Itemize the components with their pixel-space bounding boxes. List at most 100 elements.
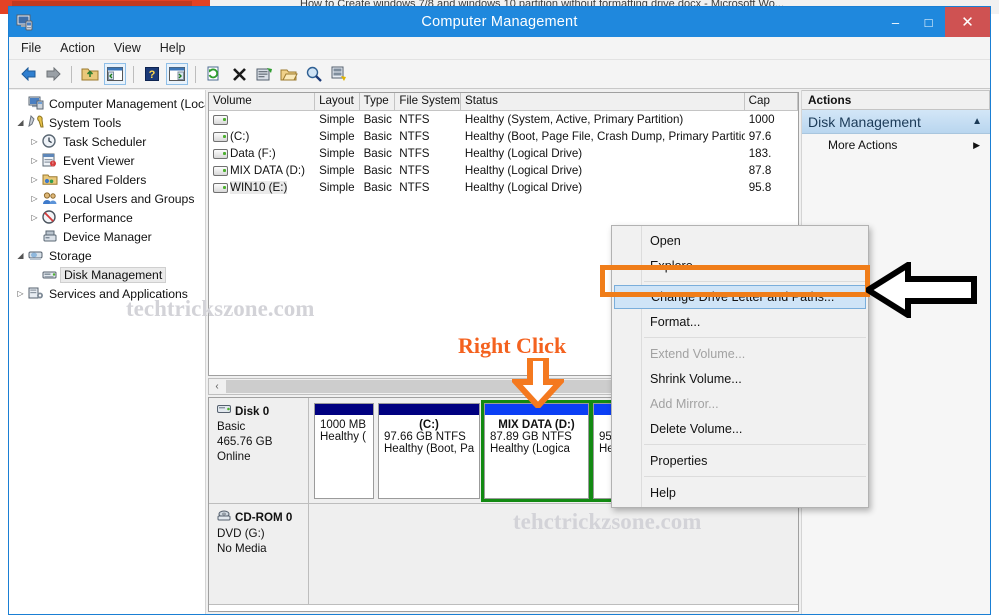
back-icon[interactable] xyxy=(17,63,39,85)
tree-expander-icon[interactable]: ▷ xyxy=(27,175,42,184)
tree-item-shared-folders[interactable]: ▷ Shared Folders xyxy=(11,170,205,189)
column-header-type[interactable]: Type xyxy=(360,93,396,110)
tree-item-local-users-and-groups[interactable]: ▷ Local Users and Groups xyxy=(11,189,205,208)
partition-block[interactable]: MIX DATA (D:) 87.89 GB NTFS Healthy (Logic… xyxy=(481,400,592,502)
chevron-right-icon[interactable]: ▶ xyxy=(973,140,980,151)
disk-info-line: Online xyxy=(217,450,251,463)
chevron-up-icon[interactable]: ▲ xyxy=(972,116,982,127)
volume-list-header: Volume Layout Type File System Status Ca… xyxy=(209,93,798,111)
context-menu-item-open[interactable]: Open xyxy=(612,228,868,253)
refresh-icon[interactable] xyxy=(203,63,225,85)
black-left-arrow-icon xyxy=(862,259,978,323)
drive-icon xyxy=(213,182,228,193)
close-button[interactable]: ✕ xyxy=(945,7,990,37)
toolbar-separator xyxy=(133,65,134,83)
services-icon xyxy=(28,286,46,302)
storage-icon xyxy=(28,248,46,264)
tree-expander-icon[interactable]: ▷ xyxy=(13,289,28,298)
column-header-file-system[interactable]: File System xyxy=(395,93,462,110)
volume-cell-status: Healthy (Logical Drive) xyxy=(464,181,583,194)
show-hide-console-tree-icon[interactable] xyxy=(104,63,126,85)
tree-expander-icon[interactable]: ◢ xyxy=(13,251,28,260)
tree-item-task-scheduler[interactable]: ▷ Task Scheduler xyxy=(11,132,205,151)
volume-cell-capacity: 183. xyxy=(748,147,772,160)
help-icon[interactable]: ? xyxy=(141,63,163,85)
scroll-left-arrow[interactable]: ‹ xyxy=(209,381,225,392)
menu-item-file[interactable]: File xyxy=(21,41,41,55)
window-controls: – □ ✕ xyxy=(879,7,990,37)
properties-icon[interactable] xyxy=(253,63,275,85)
volume-cell-name xyxy=(209,114,315,125)
volume-row[interactable]: WIN10 (E:) Simple Basic NTFS Healthy (Logica… xyxy=(209,179,798,196)
actions-more-actions-item[interactable]: More Actions ▶ xyxy=(802,134,990,156)
volume-cell-file-system: NTFS xyxy=(399,164,430,177)
volume-cell-type: Basic xyxy=(363,113,392,126)
tree-item-storage[interactable]: ◢ Storage xyxy=(11,246,205,265)
create-vhd-icon[interactable] xyxy=(328,63,350,85)
volume-cell-status: Healthy (Logical Drive) xyxy=(464,164,583,177)
volume-row[interactable]: Data (F:) Simple Basic NTFS Healthy (Logical… xyxy=(209,145,798,162)
volume-row[interactable]: MIX DATA (D:) Simple Basic NTFS Healthy (Log… xyxy=(209,162,798,179)
partition-labels: MIX DATA (D:) 87.89 GB NTFS Healthy (Logic… xyxy=(485,415,588,498)
context-menu-separator xyxy=(644,476,866,477)
open-icon[interactable] xyxy=(278,63,300,85)
minimize-button[interactable]: – xyxy=(879,7,912,37)
column-header-volume[interactable]: Volume xyxy=(209,93,316,110)
volume-cell-capacity: 97.6 xyxy=(748,130,772,143)
actions-disk-management-item[interactable]: Disk Management ▲ xyxy=(802,110,990,134)
volume-name-label: Data (F:) xyxy=(230,147,276,160)
tree-item-device-manager[interactable]: Device Manager xyxy=(11,227,205,246)
device-manager-icon xyxy=(42,229,60,245)
disk-info-panel[interactable]: CD-ROM 0 DVD (G:) No Media xyxy=(209,504,309,604)
forward-icon[interactable] xyxy=(42,63,64,85)
tree-expander-icon[interactable]: ▷ xyxy=(27,213,42,222)
tree-item-disk-management[interactable]: Disk Management xyxy=(11,265,205,284)
partition-block[interactable]: (C:) 97.66 GB NTFS Healthy (Boot, Pa xyxy=(378,403,480,499)
tree-expander-icon[interactable]: ▷ xyxy=(27,137,42,146)
tree-item-system-tools[interactable]: ◢ System Tools xyxy=(11,113,205,132)
volume-cell-type: Basic xyxy=(363,147,392,160)
disk-info-line: No Media xyxy=(217,542,267,555)
context-menu-item-extend-volume: Extend Volume... xyxy=(650,346,746,361)
volume-cell-name: MIX DATA (D:) xyxy=(209,164,315,177)
volume-cell-type: Basic xyxy=(363,130,392,143)
menu-item-action[interactable]: Action xyxy=(60,41,95,55)
menu-item-view[interactable]: View xyxy=(114,41,141,55)
screenshot-root: How to Create windows 7/8 and windows 10… xyxy=(0,0,999,615)
column-header-capacity[interactable]: Cap xyxy=(745,93,798,110)
column-header-status[interactable]: Status xyxy=(461,93,745,110)
context-menu-item-help[interactable]: Help xyxy=(612,480,868,505)
volume-row[interactable]: (C:) Simple Basic NTFS Healthy (Boot, Page F… xyxy=(209,128,798,145)
toolbar-separator xyxy=(71,65,72,83)
event-viewer-icon: ! xyxy=(42,153,60,169)
tree-expander-icon[interactable]: ▷ xyxy=(27,156,42,165)
tree-expander-icon[interactable]: ◢ xyxy=(13,118,28,127)
column-header-layout[interactable]: Layout xyxy=(315,93,360,110)
tree-expander-icon[interactable]: ▷ xyxy=(27,194,42,203)
volume-cell-file-system: NTFS xyxy=(399,130,430,143)
tree-item-performance[interactable]: ▷ Performance xyxy=(11,208,205,227)
tree-item-services-and-applications[interactable]: ▷ Services and Applications xyxy=(11,284,205,303)
tree-item-label: Local Users and Groups xyxy=(63,191,195,206)
up-folder-icon[interactable] xyxy=(79,63,101,85)
tree-item-computer-management-local[interactable]: Computer Management (Local xyxy=(11,94,205,113)
show-hide-action-pane-icon[interactable] xyxy=(166,63,188,85)
disk-management-icon xyxy=(42,267,60,283)
context-menu-item-delete-volume[interactable]: Delete Volume... xyxy=(612,416,868,441)
context-menu-item-properties[interactable]: Properties xyxy=(612,448,868,473)
maximize-button[interactable]: □ xyxy=(912,7,945,37)
context-menu-item-format[interactable]: Format... xyxy=(612,309,868,334)
drive-icon xyxy=(213,131,228,142)
svg-text:?: ? xyxy=(149,69,156,81)
partition-block[interactable]: 1000 MB Healthy ( xyxy=(314,403,374,499)
menu-item-help[interactable]: Help xyxy=(160,41,186,55)
system-tools-icon xyxy=(28,114,46,131)
rescan-disks-icon[interactable] xyxy=(303,63,325,85)
volume-row[interactable]: Simple Basic NTFS Healthy (System, Active, … xyxy=(209,111,798,128)
context-menu-item-shrink-volume[interactable]: Shrink Volume... xyxy=(612,366,868,391)
computer-management-window: Computer Management – □ ✕ File Action Vi… xyxy=(8,6,991,615)
tree-item-event-viewer[interactable]: ▷! Event Viewer xyxy=(11,151,205,170)
disk-info-panel[interactable]: Disk 0 Basic 465.76 GB Online xyxy=(209,398,309,503)
context-menu-separator xyxy=(644,337,866,338)
delete-icon[interactable] xyxy=(228,63,250,85)
